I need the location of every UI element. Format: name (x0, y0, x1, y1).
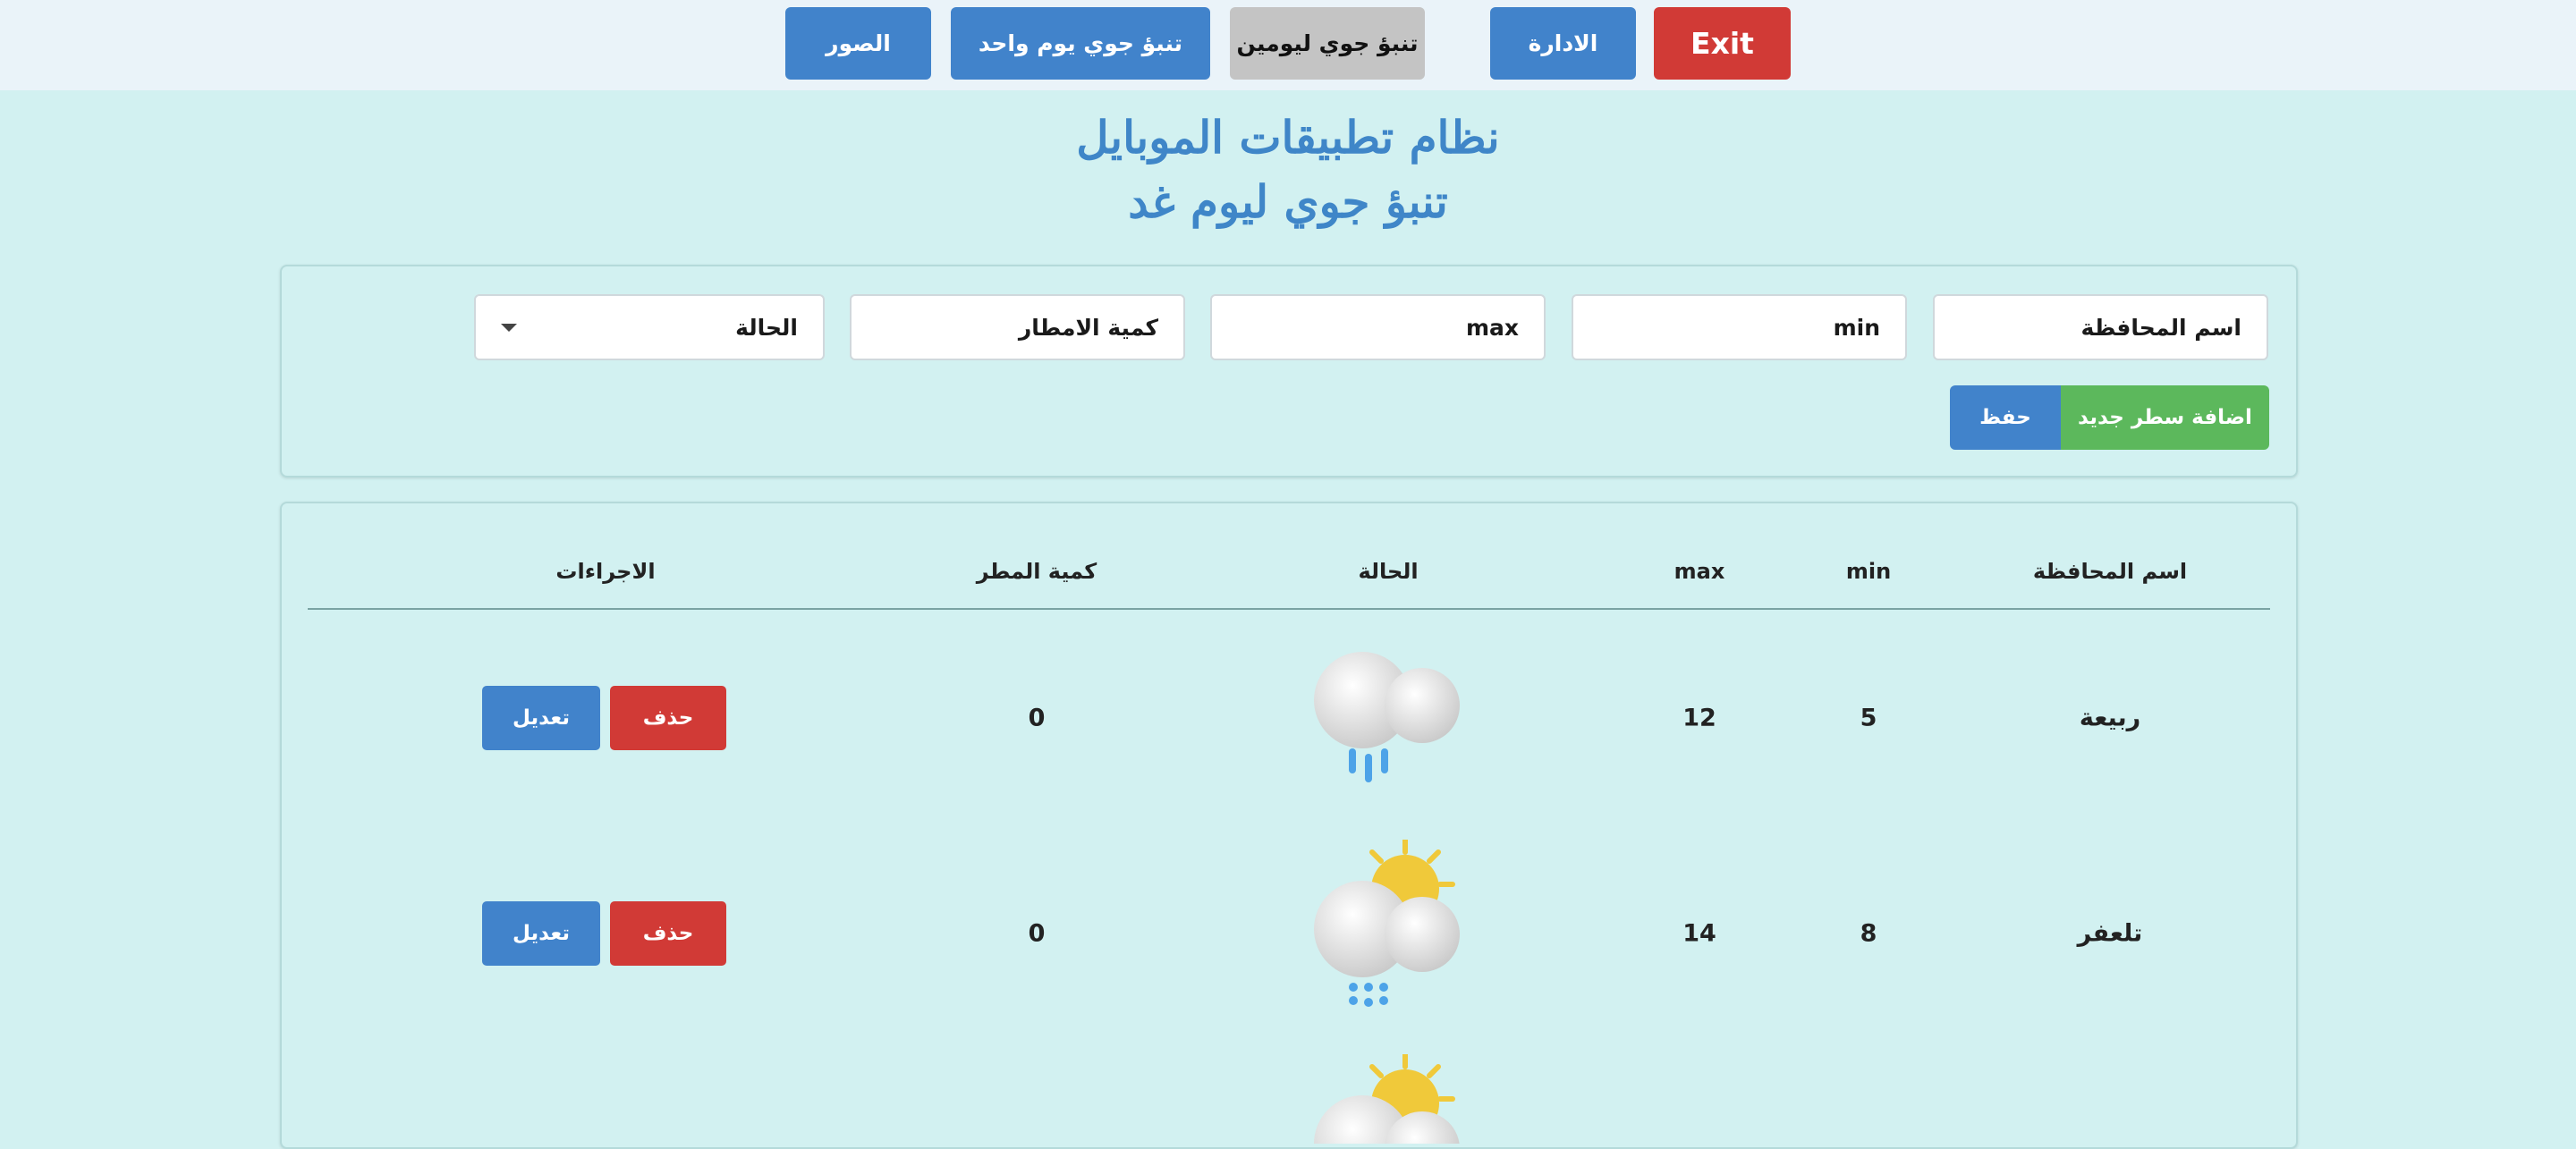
column-header-max: max (1674, 559, 1725, 584)
cell-governorate: تلعفر (2077, 919, 2143, 948)
exit-button[interactable]: Exit (1654, 7, 1791, 80)
chevron-down-icon (501, 323, 517, 332)
page-subtitle: تنبؤ جوي ليوم غد (1128, 175, 1448, 228)
add-new-row-button[interactable]: اضافة سطر جديد (2061, 385, 2269, 450)
cell-rain: 0 (1028, 919, 1046, 948)
nav-photos-button[interactable]: الصور (785, 7, 931, 80)
column-header-min: min (1845, 559, 1892, 584)
sun-cloud-drizzle-icon (1314, 840, 1460, 1007)
nav-two-day-forecast-button[interactable]: تنبؤ جوي ليومين (1230, 7, 1425, 80)
rain-amount-input[interactable]: كمية الامطار (850, 294, 1185, 360)
column-header-actions: الاجراءات (555, 559, 656, 584)
save-button[interactable]: حفظ (1950, 385, 2061, 450)
column-header-status: الحالة (1358, 559, 1419, 584)
nav-one-day-forecast-button[interactable]: تنبؤ جوي يوم واحد (951, 7, 1210, 80)
page-title: نظام تطبيقات الموبايل (1076, 111, 1500, 164)
min-temp-input[interactable]: min (1572, 294, 1907, 360)
status-select-value: الحالة (735, 314, 798, 341)
cloud-rain-icon (1314, 652, 1460, 782)
cell-governorate: ربيعة (2079, 704, 2141, 732)
cell-min: 5 (1860, 704, 1877, 732)
forecast-table-panel: اسم المحافظة min max الحالة كمية المطر ا… (280, 502, 2298, 1149)
table-header-divider (308, 608, 2270, 610)
delete-button[interactable]: حذف (610, 901, 726, 966)
top-navbar: الصور تنبؤ جوي يوم واحد تنبؤ جوي ليومين … (0, 0, 2576, 90)
column-header-rain: كمية المطر (976, 559, 1097, 584)
status-select[interactable]: الحالة (474, 294, 825, 360)
governorate-input[interactable]: اسم المحافظة (1933, 294, 2268, 360)
entry-form-panel: الحالة كمية الامطار max min اسم المحافظة… (280, 265, 2298, 477)
nav-admin-button[interactable]: الادارة (1490, 7, 1636, 80)
cell-rain: 0 (1028, 704, 1046, 732)
cell-max: 12 (1682, 704, 1716, 732)
cell-max: 14 (1682, 919, 1716, 948)
sun-cloud-icon (1314, 1054, 1460, 1144)
edit-button[interactable]: تعديل (482, 901, 600, 966)
cell-min: 8 (1860, 919, 1877, 948)
edit-button[interactable]: تعديل (482, 686, 600, 750)
delete-button[interactable]: حذف (610, 686, 726, 750)
column-header-governorate: اسم المحافظة (2032, 559, 2188, 584)
max-temp-input[interactable]: max (1210, 294, 1546, 360)
